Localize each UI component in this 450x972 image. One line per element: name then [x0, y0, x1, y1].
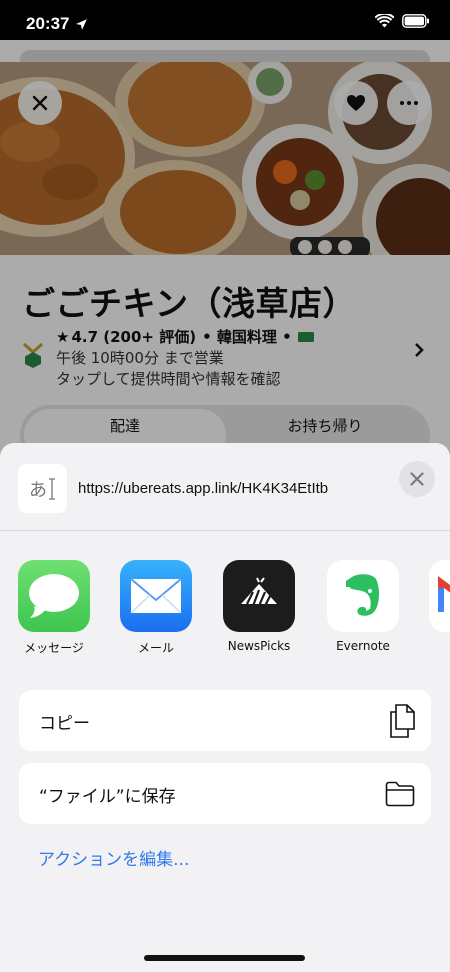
share-link-header: あ https://ubereats.app.link/HK4K34EtItb [0, 443, 450, 531]
share-app-newspicks[interactable]: NewsPicks [214, 560, 304, 653]
share-app-messages-label: メッセージ [24, 641, 84, 655]
link-thumbnail-glyph: あ [29, 479, 47, 501]
evernote-icon [327, 560, 399, 632]
mail-icon [120, 560, 192, 632]
share-app-row: メッセージ メール NewsPicks Evernote [0, 560, 450, 670]
share-app-evernote[interactable]: Evernote [318, 560, 408, 653]
copy-action[interactable]: コピー [19, 690, 431, 751]
background-restaurant-page: ごごチキン（浅草店） ★ 4.7 (200+ 評価) • 韓国料理 • 午後 1… [0, 40, 450, 480]
dim-overlay [0, 40, 450, 480]
status-time-text: 20:37 [26, 14, 70, 33]
wifi-icon [375, 14, 394, 28]
share-app-evernote-label: Evernote [336, 639, 390, 653]
folder-icon [385, 781, 415, 807]
phone-screen: 20:37 ごごチキン（浅草店） ★ 4.7 (200+ 評価) • 韓国料理 … [0, 0, 450, 972]
status-time: 20:37 [26, 14, 88, 34]
close-share-sheet-button[interactable] [399, 461, 435, 497]
share-url: https://ubereats.app.link/HK4K34EtItb [78, 480, 329, 497]
text-cursor-icon [49, 477, 55, 500]
share-app-gmail-label: G [420, 639, 450, 653]
copy-icon [390, 704, 415, 738]
messages-icon [18, 560, 90, 632]
location-arrow-icon [76, 18, 88, 30]
status-indicators [375, 14, 430, 28]
edit-actions-link[interactable]: アクションを編集... [38, 845, 189, 870]
copy-action-label: コピー [39, 714, 90, 734]
share-sheet: あ https://ubereats.app.link/HK4K34EtItb … [0, 443, 450, 972]
share-app-mail[interactable]: メール [111, 560, 201, 656]
share-app-mail-label: メール [137, 641, 174, 655]
share-app-messages[interactable]: メッセージ [9, 560, 99, 656]
battery-icon [402, 14, 429, 28]
link-thumbnail: あ [18, 464, 67, 513]
home-indicator[interactable] [144, 955, 305, 961]
newspicks-icon [223, 560, 295, 632]
gmail-icon [429, 560, 450, 632]
save-to-files-label: “ファイル”に保存 [39, 787, 176, 807]
close-icon [410, 472, 424, 486]
share-app-newspicks-label: NewsPicks [227, 639, 291, 653]
save-to-files-action[interactable]: “ファイル”に保存 [19, 763, 431, 824]
share-app-gmail[interactable]: G [420, 560, 450, 653]
